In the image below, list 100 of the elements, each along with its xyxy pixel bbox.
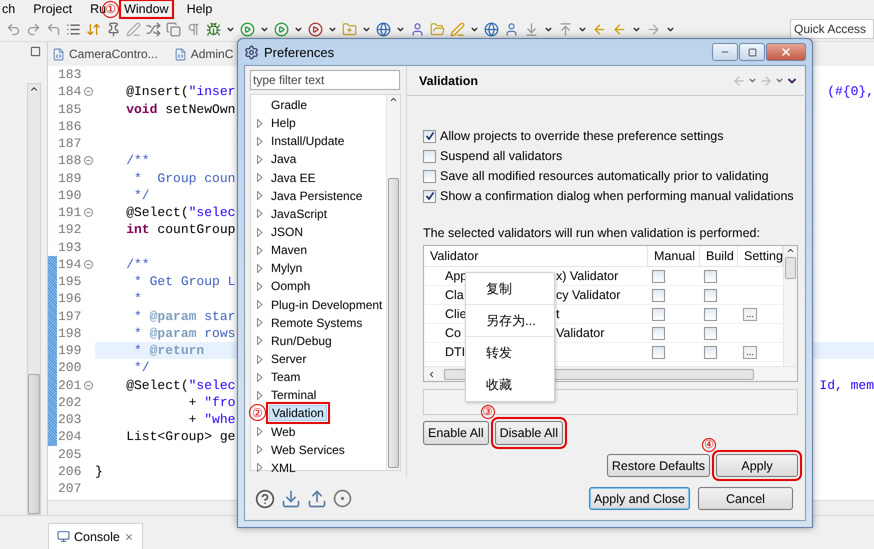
- tree-item[interactable]: Gradle: [269, 98, 310, 112]
- checkbox[interactable]: [704, 308, 717, 320]
- checkbox[interactable]: [423, 130, 436, 142]
- tree-item[interactable]: Validation: [269, 405, 327, 422]
- pilcrow-icon[interactable]: [186, 22, 201, 36]
- tree-item[interactable]: Install/Update: [269, 134, 346, 148]
- globe-icon[interactable]: [484, 22, 499, 36]
- expand-icon[interactable]: [257, 318, 263, 328]
- run-icon[interactable]: [274, 22, 289, 36]
- checkbox[interactable]: [704, 326, 717, 340]
- checkbox[interactable]: [652, 270, 665, 282]
- checkbox[interactable]: [652, 326, 665, 340]
- caret-icon[interactable]: [328, 24, 337, 34]
- expand-icon[interactable]: [257, 228, 263, 237]
- tree-item[interactable]: JavaScript: [269, 206, 330, 221]
- caret-icon[interactable]: [362, 24, 371, 34]
- tree-item[interactable]: JSON: [269, 225, 306, 240]
- tree-item[interactable]: Help: [269, 116, 298, 130]
- menu-item[interactable]: 另存为...: [466, 305, 554, 337]
- tree-item[interactable]: Java: [269, 152, 298, 166]
- editor-tab[interactable]: CameraContro...: [52, 47, 158, 61]
- expand-icon[interactable]: [257, 191, 263, 200]
- user-icon[interactable]: [410, 22, 425, 36]
- fold-icon[interactable]: [84, 208, 93, 218]
- record-icon[interactable]: [333, 489, 352, 508]
- scroll-thumb[interactable]: [785, 257, 796, 279]
- button[interactable]: Restore Defaults: [606, 454, 710, 477]
- expand-icon[interactable]: [257, 173, 263, 182]
- fold-icon[interactable]: [84, 260, 93, 269]
- console-tab[interactable]: Console: [48, 523, 143, 549]
- list-icon[interactable]: [66, 22, 81, 36]
- arrow-left-icon[interactable]: [427, 370, 436, 378]
- menu-item[interactable]: ch: [0, 2, 18, 16]
- expand-icon[interactable]: [257, 390, 263, 400]
- expand-icon[interactable]: [257, 282, 263, 291]
- caret-icon[interactable]: [578, 24, 587, 34]
- menu-item[interactable]: 转发: [466, 337, 554, 369]
- caret-icon[interactable]: [396, 24, 405, 34]
- folder-icon[interactable]: [342, 22, 357, 36]
- expand-icon[interactable]: [257, 463, 263, 472]
- undo-icon[interactable]: [6, 22, 21, 36]
- expand-icon[interactable]: [257, 246, 263, 255]
- expand-icon[interactable]: [257, 136, 263, 146]
- expand-icon[interactable]: [257, 300, 263, 310]
- expand-icon[interactable]: [257, 336, 263, 346]
- export-icon[interactable]: [307, 488, 327, 508]
- menu-item[interactable]: 收藏: [466, 369, 554, 401]
- tree-item[interactable]: Maven: [269, 243, 310, 258]
- pen-icon[interactable]: [126, 22, 141, 36]
- redo-icon[interactable]: [26, 22, 41, 36]
- run-icon[interactable]: [308, 22, 323, 36]
- bug-icon[interactable]: [206, 22, 221, 36]
- scroll-thumb[interactable]: [28, 374, 40, 514]
- settings-button[interactable]: ...: [743, 346, 757, 358]
- maximize-button[interactable]: [739, 43, 765, 61]
- scrollbar[interactable]: [783, 246, 797, 366]
- caret-icon[interactable]: [666, 24, 675, 34]
- menu-item[interactable]: 复制: [466, 273, 554, 305]
- tree-item[interactable]: Terminal: [269, 388, 318, 402]
- arrow-down-icon[interactable]: [524, 22, 539, 36]
- checkbox[interactable]: [652, 346, 665, 358]
- quick-access-field[interactable]: Quick Access: [790, 19, 874, 39]
- button[interactable]: Apply and Close: [588, 487, 690, 510]
- checkbox[interactable]: [652, 288, 665, 302]
- button[interactable]: Enable All: [423, 421, 489, 445]
- tree-item[interactable]: Team: [269, 370, 302, 384]
- expand-icon[interactable]: [257, 427, 263, 436]
- tree-item[interactable]: Oomph: [269, 279, 312, 294]
- caret-icon[interactable]: [544, 24, 553, 34]
- help-icon[interactable]: [255, 488, 275, 508]
- import-icon[interactable]: [281, 488, 301, 508]
- expand-icon[interactable]: [257, 209, 263, 218]
- tree-item[interactable]: XML: [269, 460, 298, 475]
- tree-item[interactable]: Run/Debug: [269, 334, 334, 348]
- filter-field[interactable]: type filter text: [250, 70, 400, 90]
- pen-icon[interactable]: [450, 22, 465, 36]
- tree-item[interactable]: Web Services: [269, 442, 347, 457]
- expand-icon[interactable]: [257, 445, 263, 454]
- checkbox[interactable]: [652, 308, 665, 320]
- expand-icon[interactable]: [257, 264, 263, 273]
- close-button[interactable]: [766, 43, 806, 61]
- checkbox[interactable]: [423, 190, 436, 202]
- fold-icon[interactable]: [84, 87, 93, 96]
- column-header[interactable]: Validator: [424, 246, 648, 266]
- folder-icon[interactable]: [430, 22, 445, 36]
- scrollbar[interactable]: [386, 95, 400, 470]
- close-icon[interactable]: [124, 532, 134, 542]
- scrollbar[interactable]: [27, 83, 41, 515]
- caret-icon[interactable]: [226, 24, 235, 34]
- checkbox[interactable]: [423, 150, 436, 162]
- caret-icon[interactable]: [632, 24, 641, 34]
- fold-icon[interactable]: [84, 156, 93, 166]
- expand-icon[interactable]: [257, 354, 263, 364]
- caret-icon[interactable]: [470, 24, 479, 34]
- menu-item[interactable]: Window: [122, 2, 171, 16]
- shuffle-icon[interactable]: [146, 22, 161, 36]
- back-icon[interactable]: [592, 22, 607, 36]
- maximize-icon[interactable]: [30, 46, 41, 57]
- arrow-up-icon[interactable]: [786, 246, 795, 255]
- pin-icon[interactable]: [106, 22, 121, 36]
